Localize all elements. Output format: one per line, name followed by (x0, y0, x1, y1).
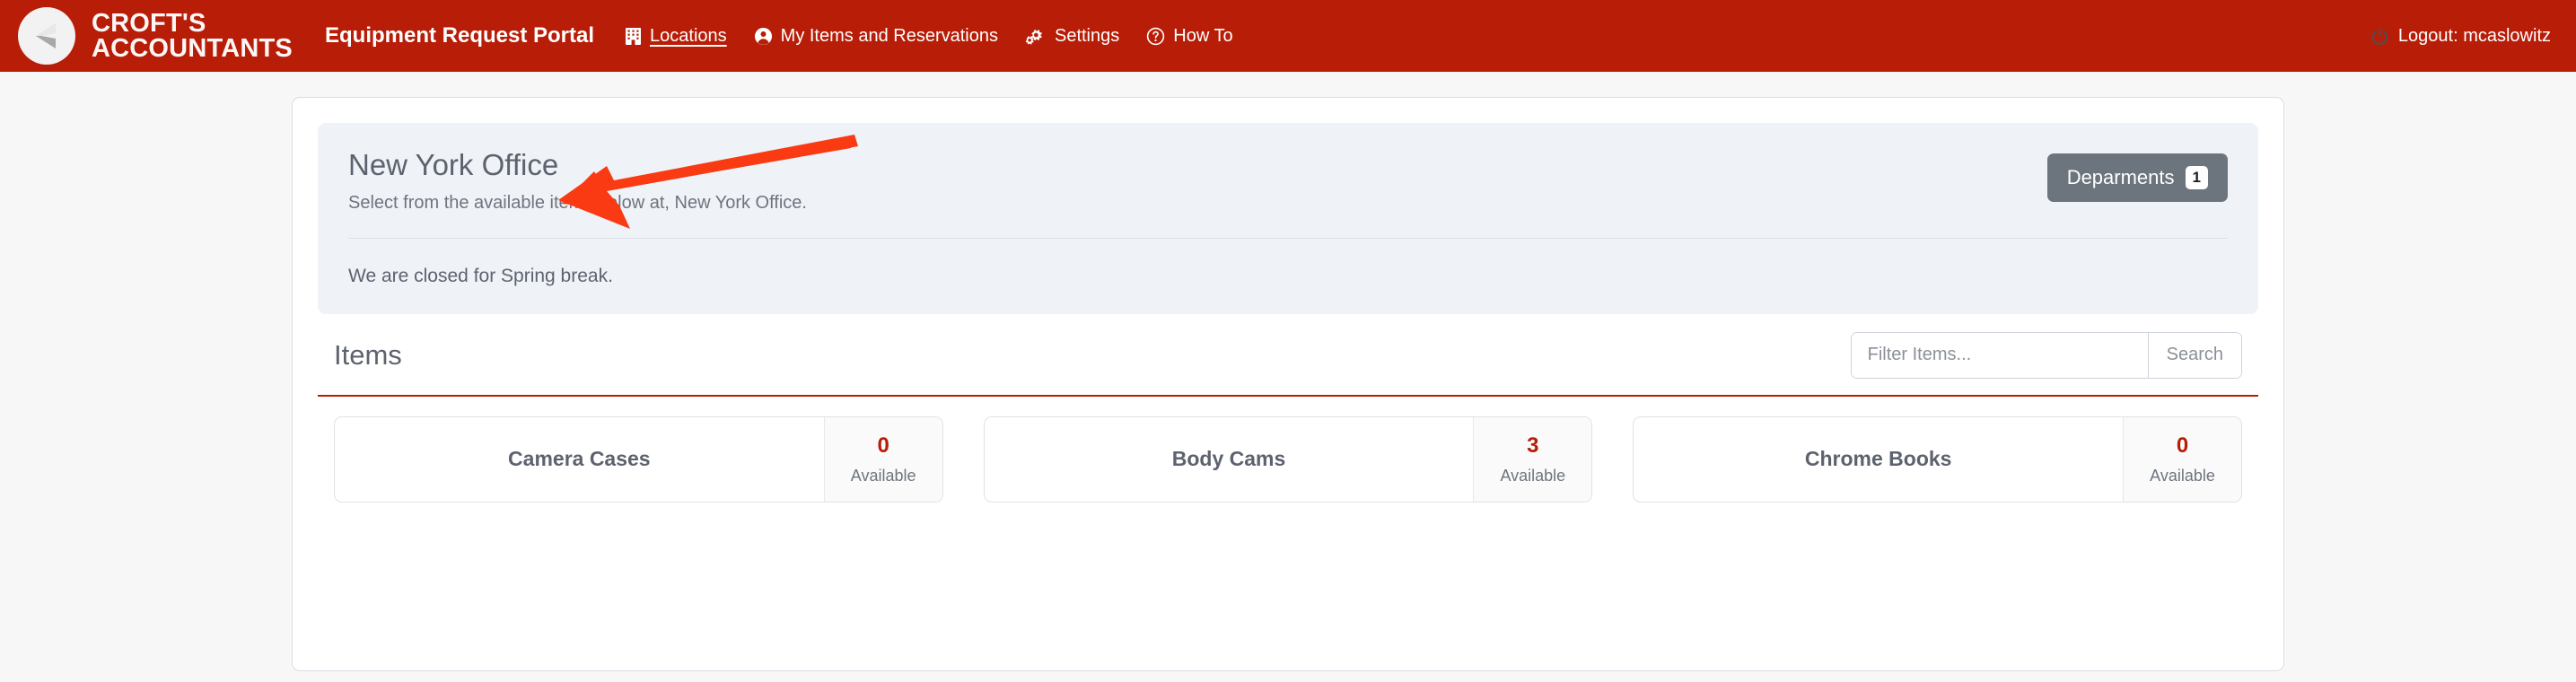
item-available-label: Available (850, 466, 916, 485)
app-title: Equipment Request Portal (324, 23, 595, 48)
location-panel: New York Office Select from the availabl… (318, 123, 2258, 314)
item-card-availability: 3 Available (1473, 416, 1592, 502)
content-container: New York Office Select from the availabl… (292, 97, 2284, 671)
item-available-count: 0 (877, 433, 889, 458)
item-card[interactable]: Body Cams 3 Available (983, 415, 1593, 503)
question-circle-icon (1146, 27, 1165, 46)
top-navbar: CROFT'S ACCOUNTANTS Equipment Request Po… (0, 0, 2576, 72)
logout-button[interactable]: Logout: mcaslowitz (2370, 26, 2551, 47)
item-available-label: Available (2150, 466, 2215, 485)
building-icon (625, 27, 642, 46)
nav-item-settings-label: Settings (1054, 25, 1120, 46)
croft-chevron-logo-icon (18, 7, 75, 65)
item-card-name: Body Cams (1171, 447, 1286, 471)
departments-button[interactable]: Deparments 1 (2046, 153, 2228, 202)
location-divider (348, 237, 2228, 239)
items-search-group: Search (1850, 331, 2242, 379)
nav-item-locations[interactable]: Locations (625, 26, 727, 47)
item-available-count: 3 (1527, 433, 1539, 458)
location-subtitle: Select from the available items below at… (348, 192, 807, 213)
page-body: New York Office Select from the availabl… (0, 72, 2576, 671)
nav-item-my-items-and-reservations[interactable]: My Items and Reservations (754, 26, 998, 47)
item-available-count: 0 (2176, 433, 2189, 458)
brand[interactable]: CROFT'S ACCOUNTANTS (18, 7, 293, 65)
item-cards-list: Camera Cases 0 Available Body Cams 3 Ava… (318, 397, 2258, 503)
items-title: Items (334, 338, 402, 371)
item-card-availability: 0 Available (823, 416, 942, 502)
location-title: New York Office (348, 148, 559, 181)
nav-item-locations-label: Locations (650, 25, 727, 46)
logout-label: Logout: mcaslowitz (2397, 25, 2551, 46)
departments-count-badge: 1 (2185, 166, 2208, 189)
location-header: New York Office Select from the availabl… (348, 148, 2228, 214)
nav-item-my-items-and-reservations-label: My Items and Reservations (780, 25, 998, 46)
item-available-label: Available (1500, 466, 1566, 485)
location-header-text: New York Office Select from the availabl… (348, 148, 807, 214)
cogs-icon (1025, 27, 1047, 46)
items-section: Items Search Camera Cases 0 Available Bo… (318, 331, 2258, 503)
power-icon (2370, 27, 2389, 46)
nav-item-how-to[interactable]: How To (1146, 25, 1233, 47)
item-card-name: Camera Cases (508, 447, 651, 471)
nav-item-how-to-label: How To (1173, 25, 1233, 46)
item-card-name: Chrome Books (1804, 447, 1952, 471)
item-card-availability: 0 Available (2123, 416, 2242, 502)
user-circle-icon (754, 27, 773, 46)
nav-item-settings[interactable]: Settings (1025, 26, 1119, 47)
items-header: Items Search (318, 331, 2258, 379)
filter-items-input[interactable] (1851, 332, 2148, 378)
closure-notice: We are closed for Spring break. (348, 265, 613, 286)
nav-links: Locations My Items and Reservations Sett… (625, 26, 1233, 47)
item-card[interactable]: Chrome Books 0 Available (1633, 415, 2243, 503)
search-button[interactable]: Search (2147, 332, 2241, 378)
brand-name: CROFT'S ACCOUNTANTS (92, 8, 293, 63)
item-card[interactable]: Camera Cases 0 Available (334, 415, 943, 503)
departments-button-label: Deparments (2066, 166, 2175, 188)
